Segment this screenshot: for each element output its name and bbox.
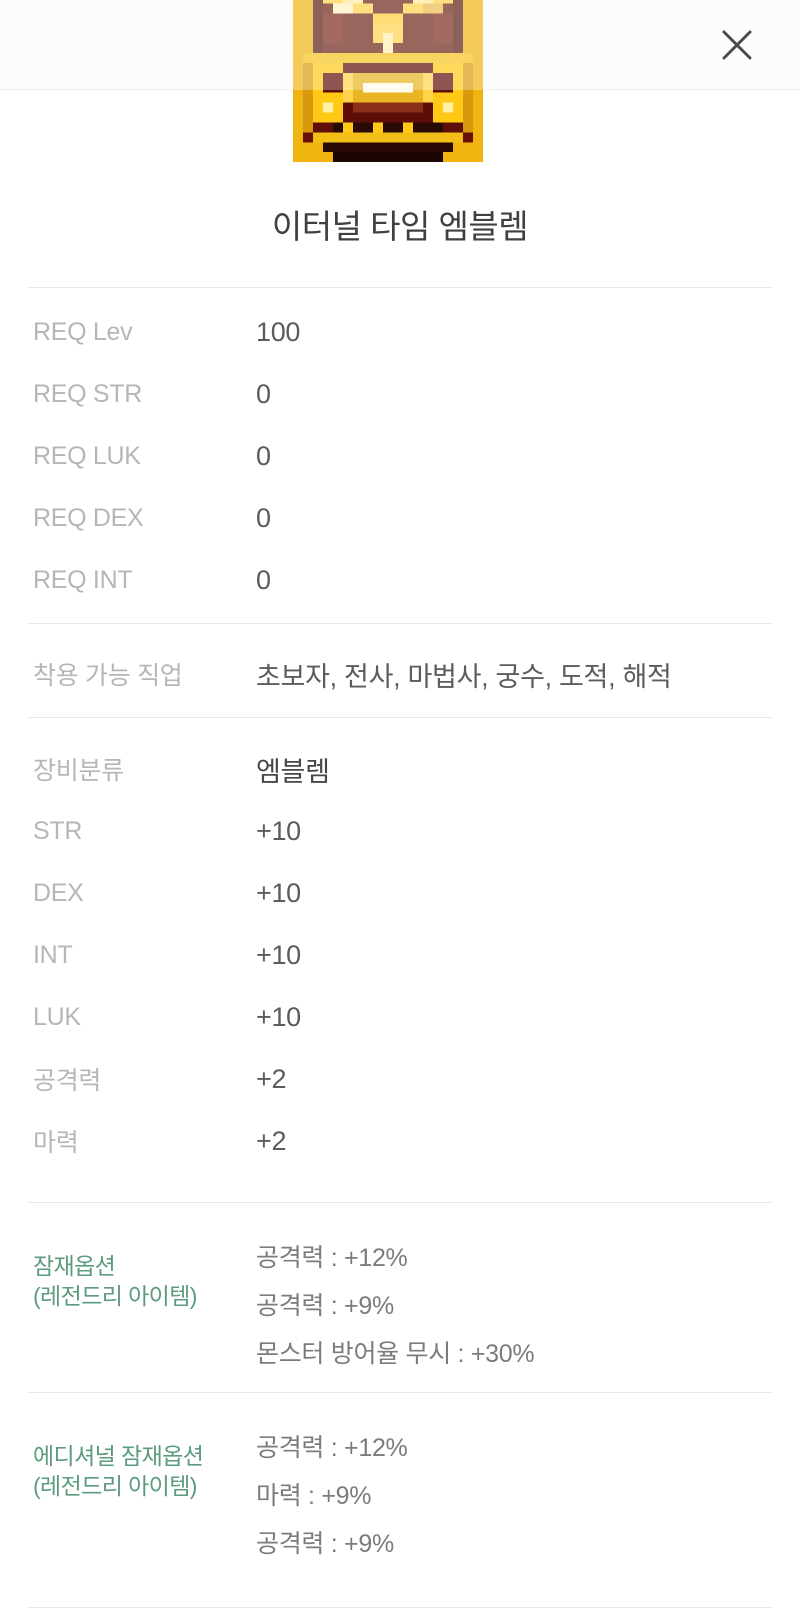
divider-job bbox=[28, 623, 773, 624]
potential-label-main: 잠재옵션 bbox=[33, 1253, 116, 1279]
req-str-value: 0 bbox=[256, 378, 271, 409]
divider-additional-potential bbox=[28, 1392, 773, 1393]
equip-int-value: +10 bbox=[256, 939, 301, 970]
additional-potential-label: 에디셔널 잠재옵션 (레전드리 아이템) bbox=[33, 1441, 204, 1501]
req-int-label: REQ INT bbox=[33, 565, 133, 594]
potential-label-grade: (레전드리 아이템) bbox=[33, 1283, 197, 1309]
row-req-str: REQ STR 0 bbox=[0, 363, 800, 425]
equip-str-value: +10 bbox=[256, 815, 301, 846]
row-equip-attack: 공격력 +2 bbox=[0, 1048, 800, 1110]
additional-potential-label-main: 에디셔널 잠재옵션 bbox=[33, 1443, 204, 1469]
equip-magic-value: +2 bbox=[256, 1125, 287, 1156]
eternal-time-emblem-icon bbox=[293, 0, 483, 163]
req-dex-label: REQ DEX bbox=[33, 503, 144, 532]
potential-line: 공격력 : +9% bbox=[256, 1292, 394, 1320]
job-value: 초보자, 전사, 마법사, 궁수, 도적, 해적 bbox=[256, 661, 672, 692]
row-equip-magic: 마력 +2 bbox=[0, 1110, 800, 1172]
potential-label: 잠재옵션 (레전드리 아이템) bbox=[33, 1251, 197, 1311]
req-int-value: 0 bbox=[256, 564, 271, 595]
potential-line: 공격력 : +12% bbox=[256, 1244, 408, 1272]
equip-dex-value: +10 bbox=[256, 877, 301, 908]
additional-potential-line: 공격력 : +9% bbox=[256, 1530, 394, 1558]
potential-line: 몬스터 방어율 무시 : +30% bbox=[256, 1340, 535, 1368]
potential-section: 잠재옵션 (레전드리 아이템) 공격력 : +12% 공격력 : +9% 몬스터… bbox=[0, 1222, 800, 1368]
row-equip-luk: LUK +10 bbox=[0, 986, 800, 1048]
equip-dex-label: DEX bbox=[33, 878, 84, 907]
item-detail-panel: 이터널 타임 엠블렘 REQ Lev 100 REQ STR 0 REQ LUK… bbox=[0, 0, 800, 1616]
divider-bottom bbox=[28, 1607, 773, 1608]
additional-potential-section: 에디셔널 잠재옵션 (레전드리 아이템) 공격력 : +12% 마력 : +9%… bbox=[0, 1412, 800, 1558]
row-equip-str: STR +10 bbox=[0, 800, 800, 862]
row-req-dex: REQ DEX 0 bbox=[0, 487, 800, 549]
job-label: 착용 가능 직업 bbox=[33, 662, 183, 690]
close-button[interactable] bbox=[714, 22, 760, 68]
equip-int-label: INT bbox=[33, 940, 73, 969]
equip-attack-label: 공격력 bbox=[33, 1067, 102, 1095]
req-luk-value: 0 bbox=[256, 440, 271, 471]
item-icon-container bbox=[283, 0, 493, 172]
req-luk-label: REQ LUK bbox=[33, 441, 141, 470]
item-name: 이터널 타임 엠블렘 bbox=[271, 208, 529, 245]
divider-potential bbox=[28, 1202, 773, 1203]
additional-potential-line: 공격력 : +12% bbox=[256, 1434, 408, 1462]
req-str-label: REQ STR bbox=[33, 379, 143, 408]
req-dex-value: 0 bbox=[256, 502, 271, 533]
additional-potential-label-grade: (레전드리 아이템) bbox=[33, 1473, 197, 1499]
row-equip-category: 장비분류 엠블렘 bbox=[0, 738, 800, 800]
equip-str-label: STR bbox=[33, 816, 83, 845]
close-icon bbox=[722, 30, 752, 60]
equip-category-value: 엠블렘 bbox=[256, 756, 330, 787]
equip-attack-value: +2 bbox=[256, 1063, 287, 1094]
row-equip-int: INT +10 bbox=[0, 924, 800, 986]
row-req-luk: REQ LUK 0 bbox=[0, 425, 800, 487]
row-req-lev: REQ Lev 100 bbox=[0, 301, 800, 363]
divider-equipment bbox=[28, 717, 773, 718]
additional-potential-line: 마력 : +9% bbox=[256, 1482, 372, 1510]
req-lev-label: REQ Lev bbox=[33, 317, 133, 346]
potential-lines: 공격력 : +12% 공격력 : +9% 몬스터 방어율 무시 : +30% bbox=[256, 1234, 535, 1378]
equip-magic-label: 마력 bbox=[33, 1129, 79, 1157]
equip-luk-label: LUK bbox=[33, 1002, 81, 1031]
equip-category-label: 장비분류 bbox=[33, 757, 124, 785]
row-req-int: REQ INT 0 bbox=[0, 549, 800, 611]
additional-potential-lines: 공격력 : +12% 마력 : +9% 공격력 : +9% bbox=[256, 1424, 408, 1568]
equip-luk-value: +10 bbox=[256, 1001, 301, 1032]
row-equip-dex: DEX +10 bbox=[0, 862, 800, 924]
row-job: 착용 가능 직업 초보자, 전사, 마법사, 궁수, 도적, 해적 bbox=[0, 643, 800, 705]
req-lev-value: 100 bbox=[256, 316, 301, 347]
divider-title bbox=[28, 287, 773, 288]
